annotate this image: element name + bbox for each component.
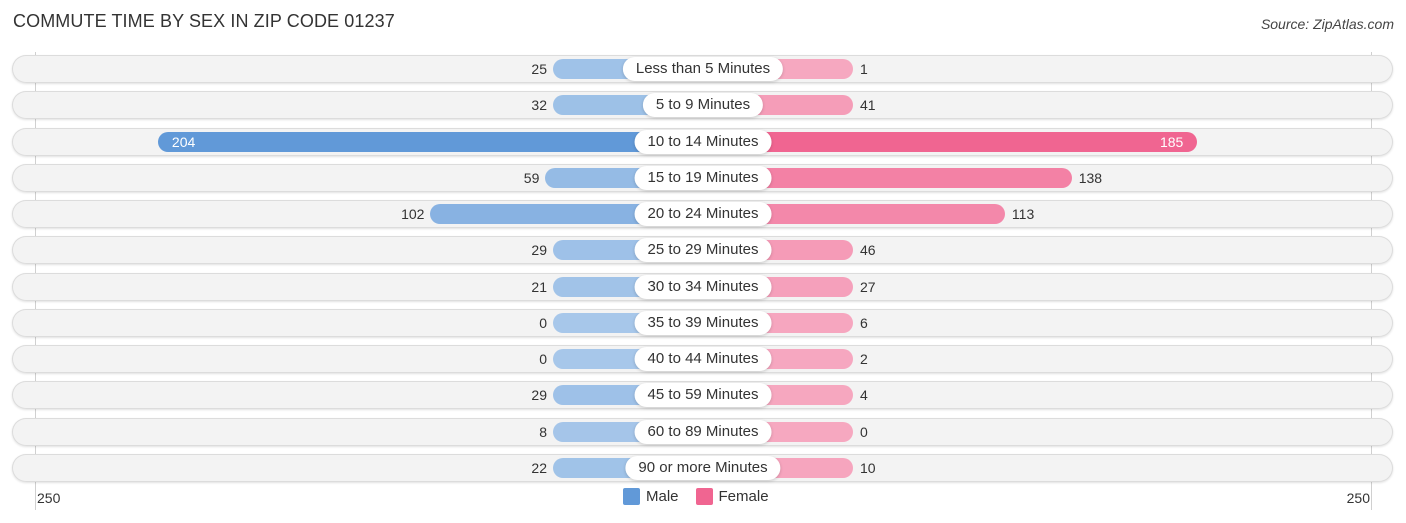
value-label-female: 41 <box>860 97 876 114</box>
value-label-female: 113 <box>1011 206 1035 222</box>
category-label: 10 to 14 Minutes <box>634 129 772 154</box>
value-label-female: 46 <box>860 242 876 259</box>
value-label-female: 0 <box>860 423 868 440</box>
value-label-male: 32 <box>531 97 547 114</box>
value-label-male: 29 <box>531 242 547 259</box>
value-label-female: 10 <box>860 459 876 476</box>
category-label: 30 to 34 Minutes <box>634 274 772 299</box>
axis-label-left: 250 <box>37 490 61 506</box>
category-label: 45 to 59 Minutes <box>634 383 772 408</box>
value-label-male: 204 <box>171 133 196 150</box>
value-label-female: 4 <box>860 387 868 404</box>
value-label-female: 2 <box>860 351 868 367</box>
value-label-female: 1 <box>860 61 868 77</box>
category-label: 20 to 24 Minutes <box>634 202 772 226</box>
value-label-female: 185 <box>1159 133 1184 150</box>
value-label-female: 27 <box>860 278 876 295</box>
axis-label-right: 250 <box>1346 490 1370 506</box>
category-label: Less than 5 Minutes <box>622 57 784 81</box>
category-label: 40 to 44 Minutes <box>634 347 772 371</box>
value-label-male: 0 <box>539 314 547 331</box>
category-label: 5 to 9 Minutes <box>642 93 764 118</box>
value-label-male: 25 <box>531 61 547 77</box>
category-label: 25 to 29 Minutes <box>634 238 772 263</box>
category-label: 60 to 89 Minutes <box>634 419 772 444</box>
value-label-male: 8 <box>539 423 547 440</box>
legend-label-male: Male <box>646 488 679 505</box>
category-label: 15 to 19 Minutes <box>634 165 772 190</box>
legend-label-female: Female <box>718 488 769 505</box>
value-label-male: 21 <box>531 278 547 295</box>
legend-item-male[interactable]: Male <box>623 488 679 505</box>
value-label-female: 138 <box>1078 169 1103 186</box>
value-label-male: 102 <box>401 206 425 222</box>
bar-male[interactable] <box>157 131 703 152</box>
value-label-male: 22 <box>531 459 547 476</box>
category-label: 90 or more Minutes <box>625 455 781 480</box>
bar-female[interactable] <box>703 131 1198 152</box>
value-label-male: 29 <box>531 387 547 404</box>
value-label-male: 0 <box>539 351 547 367</box>
category-label: 35 to 39 Minutes <box>634 310 772 335</box>
value-label-female: 6 <box>860 314 868 331</box>
legend-swatch-male <box>623 488 640 505</box>
legend-item-female[interactable]: Female <box>695 488 769 505</box>
legend: Male Female <box>623 488 786 505</box>
legend-swatch-female <box>695 488 713 505</box>
value-label-male: 59 <box>523 169 540 186</box>
chart-area: 25 1 Less than 5 Minutes 32 41 5 to 9 Minutes… <box>0 0 1406 523</box>
